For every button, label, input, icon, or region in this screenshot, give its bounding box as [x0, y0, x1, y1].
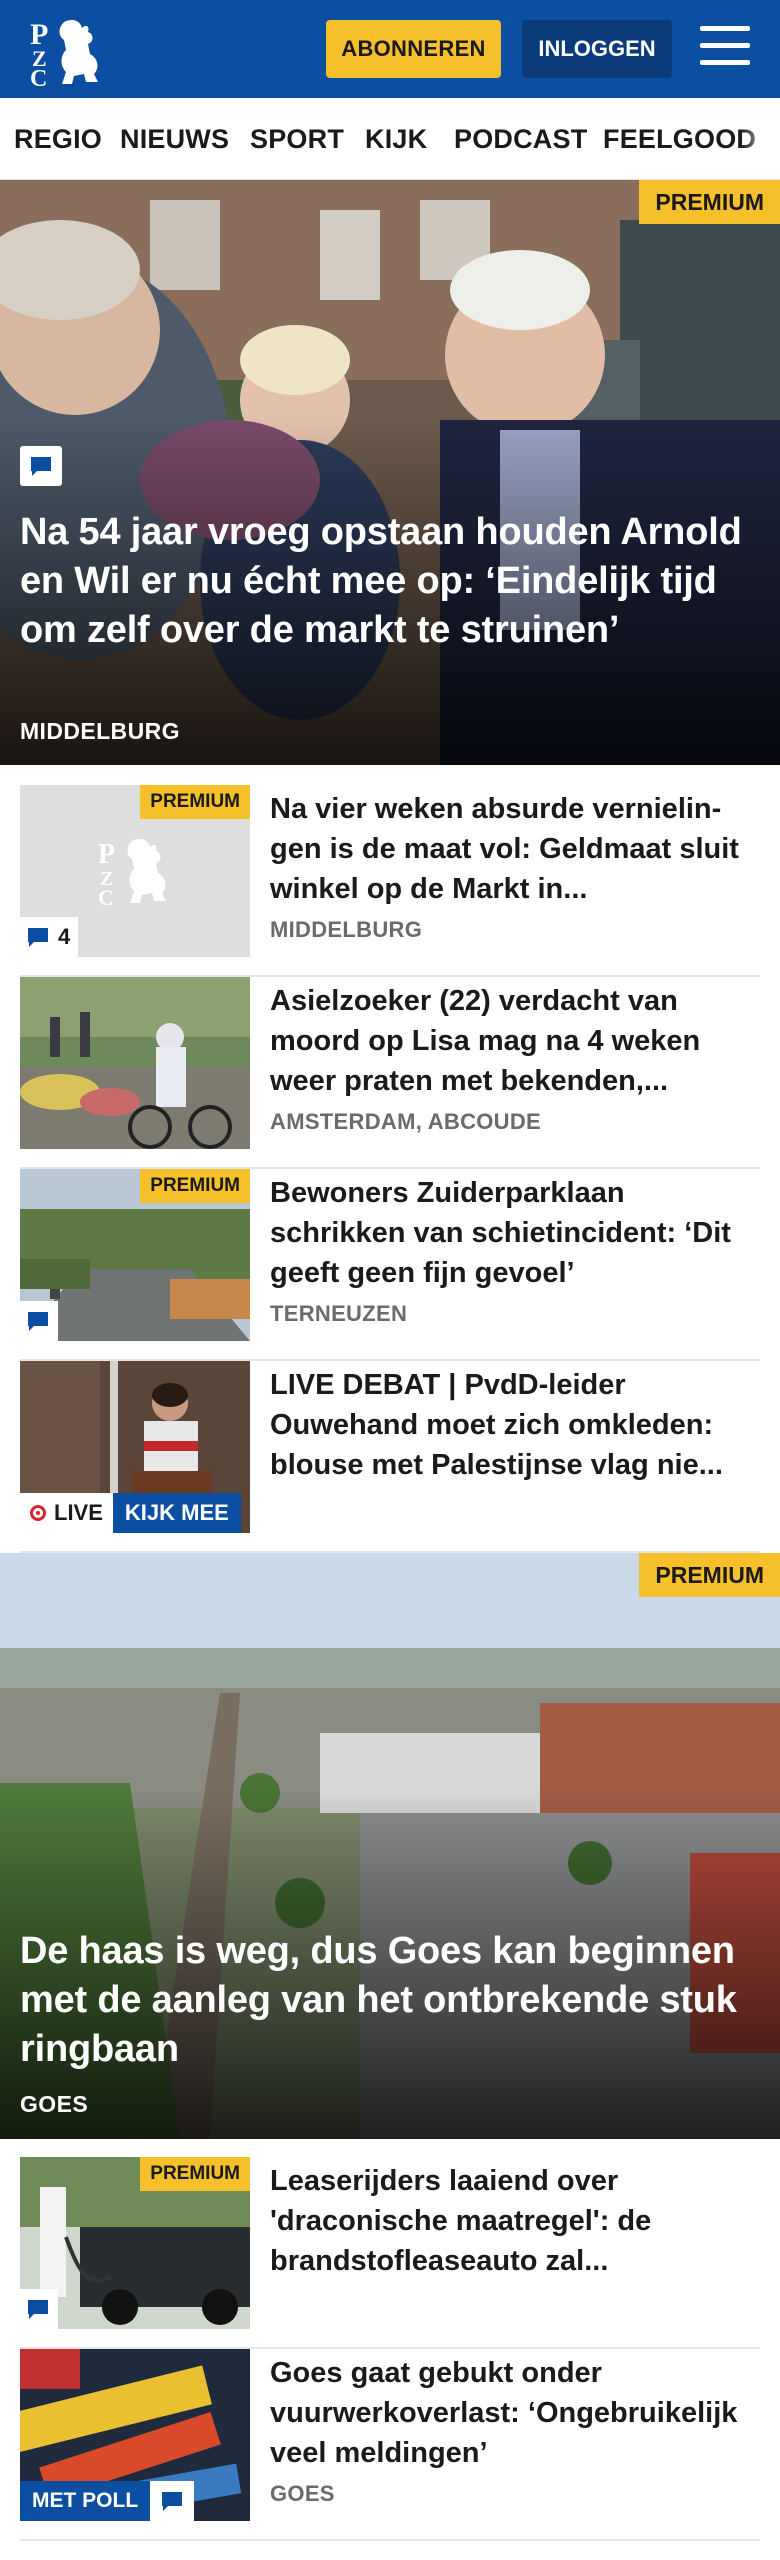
- article-location: TERNEUZEN: [270, 1301, 408, 1326]
- article-thumbnail: P Z C PREMIUM 4: [20, 785, 250, 957]
- article-headline[interactable]: Leaserijders laaiend over 'draconische m…: [270, 2161, 760, 2281]
- comment-badge: [150, 2481, 195, 2521]
- svg-text:C: C: [30, 66, 47, 86]
- login-button[interactable]: INLOGGEN: [522, 20, 672, 78]
- article-headline[interactable]: Bewoners Zuiderparklaan schrikken van sc…: [270, 1173, 760, 1293]
- list-item[interactable]: P Z C PREMIUM 4 Na vier weken absurde ve…: [20, 785, 760, 977]
- nav-scroll-fade: [740, 98, 780, 179]
- nav-item-nieuws[interactable]: NIEUWS: [120, 124, 229, 155]
- premium-badge: PREMIUM: [140, 785, 250, 819]
- article-headline[interactable]: Asielzoeker (22) verdacht van moord op L…: [270, 981, 760, 1101]
- premium-badge: PREMIUM: [639, 1553, 780, 1597]
- nav-item-sport[interactable]: SPORT: [250, 124, 344, 155]
- hero-location: GOES: [20, 2091, 89, 2117]
- list-item[interactable]: Asielzoeker (22) verdacht van moord op L…: [20, 977, 760, 1169]
- list-item[interactable]: LIVE KIJK MEE LIVE DEBAT | PvdD-leider O…: [20, 1361, 760, 1553]
- article-location: AMSTERDAM, ABCOUDE: [270, 1109, 542, 1134]
- hero-article-ringbaan[interactable]: PREMIUM De haas is weg, dus Goes kan beg…: [0, 1553, 780, 2139]
- site-header: P Z C ABONNEREN INLOGGEN: [0, 0, 780, 98]
- article-thumbnail: LIVE KIJK MEE: [20, 1361, 250, 1533]
- poll-label: MET POLL: [20, 2481, 151, 2521]
- article-thumbnail: PREMIUM: [20, 2157, 250, 2329]
- comment-count-badge: 4: [20, 917, 79, 957]
- hero-location: MIDDELBURG: [20, 718, 180, 744]
- article-photo-memorial: [20, 977, 250, 1149]
- list-item[interactable]: PREMIUM Leaserijders laaiend over 'draco…: [20, 2157, 760, 2349]
- poll-badge: MET POLL: [20, 2481, 195, 2521]
- nav-item-regio[interactable]: REGIO: [14, 124, 102, 155]
- subscribe-button[interactable]: ABONNEREN: [326, 20, 501, 78]
- premium-badge: PREMIUM: [639, 180, 780, 224]
- article-headline[interactable]: LIVE DEBAT | PvdD-leider Ouwehand moet z…: [270, 1365, 760, 1485]
- nav-item-podcast[interactable]: PODCAST: [454, 124, 587, 155]
- article-thumbnail: PREMIUM: [20, 1169, 250, 1341]
- svg-text:P: P: [98, 839, 115, 870]
- comment-icon: [20, 446, 62, 486]
- live-badge: LIVE KIJK MEE: [20, 1493, 241, 1533]
- comment-icon: [162, 2492, 183, 2511]
- premium-badge: PREMIUM: [140, 1169, 250, 1203]
- hero-article-market[interactable]: PREMIUM Na 54 jaar vroeg opstaan houden …: [0, 180, 780, 765]
- comment-badge: [20, 1301, 58, 1341]
- nav-item-feelgood[interactable]: FEELGOOD: [603, 124, 756, 155]
- article-thumbnail: MET POLL: [20, 2349, 250, 2521]
- section-nav: REGIO NIEUWS SPORT KIJK PODCAST FEELGOOD: [0, 98, 780, 180]
- comment-icon: [28, 2300, 48, 2319]
- menu-icon[interactable]: [700, 26, 750, 70]
- article-location: MIDDELBURG: [270, 917, 423, 942]
- hero-headline[interactable]: De haas is weg, dus Goes kan beginnen me…: [20, 1927, 760, 2074]
- svg-text:C: C: [98, 885, 114, 910]
- premium-badge: PREMIUM: [140, 2157, 250, 2191]
- live-label: LIVE: [54, 1500, 103, 1525]
- live-dot-icon: [30, 1505, 46, 1521]
- pzc-logo[interactable]: P Z C: [28, 14, 112, 92]
- hero-headline[interactable]: Na 54 jaar vroeg opstaan houden Arnold e…: [20, 508, 760, 655]
- comment-icon: [28, 1312, 48, 1331]
- list-item[interactable]: PREMIUM Bewoners Zuiderparklaan schrikke…: [20, 1169, 760, 1361]
- article-headline[interactable]: Na vier weken absurde vernielin­gen is d…: [270, 789, 760, 909]
- nav-item-kijk[interactable]: KIJK: [365, 124, 427, 155]
- article-headline[interactable]: Goes gaat gebukt onder vuurwerkoverlast:…: [270, 2353, 760, 2473]
- comment-badge: [20, 2289, 58, 2329]
- article-thumbnail: [20, 977, 250, 1149]
- article-location: GOES: [270, 2481, 335, 2506]
- comment-count: 4: [58, 924, 71, 949]
- comment-icon: [28, 928, 48, 947]
- list-item[interactable]: MET POLL Goes gaat gebukt onder vuurwerk…: [20, 2349, 760, 2541]
- watch-button[interactable]: KIJK MEE: [112, 1493, 241, 1533]
